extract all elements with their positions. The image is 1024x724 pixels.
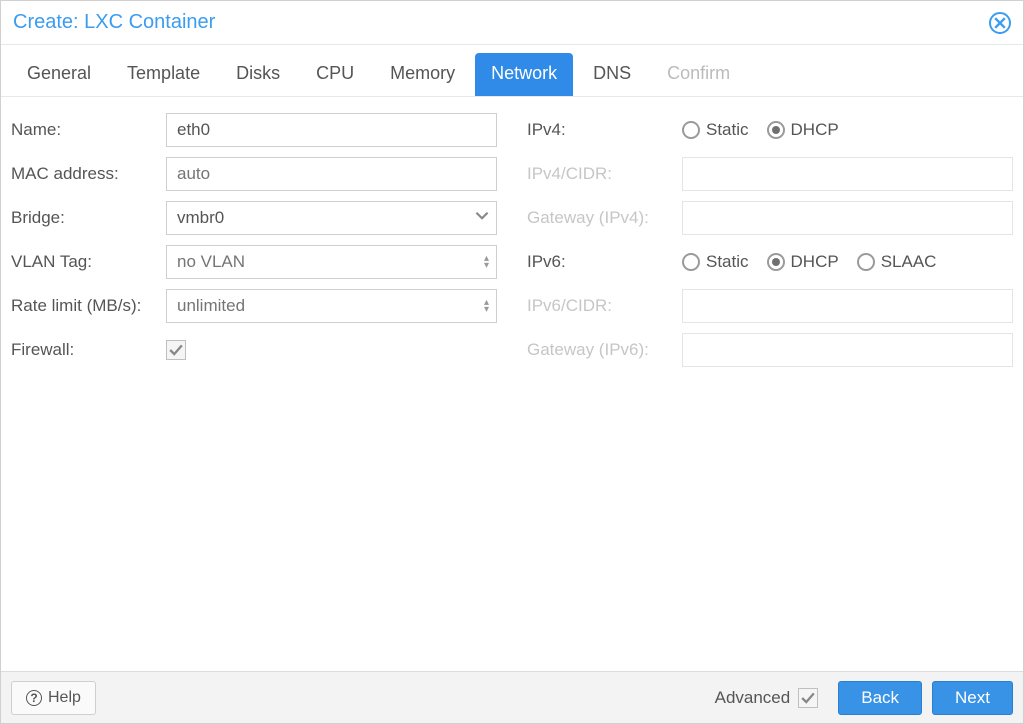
- right-column: IPv4: Static DHCP IPv4/CIDR: Gate: [527, 113, 1013, 655]
- tab-network[interactable]: Network: [475, 53, 573, 96]
- ipv6-dhcp-option[interactable]: DHCP: [767, 252, 839, 272]
- field-ipv6-gw: Gateway (IPv6):: [527, 333, 1013, 367]
- next-button[interactable]: Next: [932, 681, 1013, 715]
- advanced-toggle[interactable]: Advanced: [715, 688, 819, 708]
- check-icon: [801, 691, 815, 705]
- radio-icon: [682, 121, 700, 139]
- ipv6-slaac-label: SLAAC: [881, 252, 937, 272]
- field-ipv6-cidr: IPv6/CIDR:: [527, 289, 1013, 323]
- ipv6-gw-input: [682, 333, 1013, 367]
- check-icon: [169, 343, 183, 357]
- radio-icon: [682, 253, 700, 271]
- dialog-title: Create: LXC Container: [13, 11, 215, 34]
- tab-template[interactable]: Template: [111, 53, 216, 96]
- help-label: Help: [48, 689, 81, 707]
- tab-dns[interactable]: DNS: [577, 53, 647, 96]
- field-ipv4: IPv4: Static DHCP: [527, 113, 1013, 147]
- ipv4-static-option[interactable]: Static: [682, 120, 749, 140]
- ipv4-label: IPv4:: [527, 120, 682, 140]
- tab-disks[interactable]: Disks: [220, 53, 296, 96]
- ipv6-dhcp-label: DHCP: [791, 252, 839, 272]
- ipv6-gw-label: Gateway (IPv6):: [527, 340, 682, 360]
- radio-icon: [767, 121, 785, 139]
- ipv6-cidr-label: IPv6/CIDR:: [527, 296, 682, 316]
- firewall-checkbox[interactable]: [166, 340, 186, 360]
- back-button[interactable]: Back: [838, 681, 922, 715]
- dialog-create-lxc: Create: LXC Container General Template D…: [0, 0, 1024, 724]
- tab-memory[interactable]: Memory: [374, 53, 471, 96]
- field-rate: Rate limit (MB/s): ▴▾: [11, 289, 497, 323]
- tab-cpu[interactable]: CPU: [300, 53, 370, 96]
- ipv4-gw-label: Gateway (IPv4):: [527, 208, 682, 228]
- close-button[interactable]: [989, 12, 1011, 34]
- tab-general[interactable]: General: [11, 53, 107, 96]
- field-firewall: Firewall:: [11, 333, 497, 367]
- mac-input[interactable]: [166, 157, 497, 191]
- titlebar: Create: LXC Container: [1, 1, 1023, 45]
- ipv6-static-option[interactable]: Static: [682, 252, 749, 272]
- ipv4-dhcp-label: DHCP: [791, 120, 839, 140]
- ipv6-slaac-option[interactable]: SLAAC: [857, 252, 937, 272]
- ipv4-dhcp-option[interactable]: DHCP: [767, 120, 839, 140]
- field-mac: MAC address:: [11, 157, 497, 191]
- radio-icon: [767, 253, 785, 271]
- ipv4-static-label: Static: [706, 120, 749, 140]
- ipv4-cidr-input: [682, 157, 1013, 191]
- mac-label: MAC address:: [11, 164, 166, 184]
- radio-icon: [857, 253, 875, 271]
- firewall-label: Firewall:: [11, 340, 166, 360]
- ipv6-static-label: Static: [706, 252, 749, 272]
- ipv4-gw-input: [682, 201, 1013, 235]
- ipv6-cidr-input: [682, 289, 1013, 323]
- vlan-label: VLAN Tag:: [11, 252, 166, 272]
- name-input[interactable]: [166, 113, 497, 147]
- help-icon: ?: [26, 690, 42, 706]
- form-area: Name: MAC address: Bridge: VLAN Tag:: [1, 97, 1023, 671]
- left-column: Name: MAC address: Bridge: VLAN Tag:: [11, 113, 497, 655]
- vlan-input[interactable]: [166, 245, 497, 279]
- close-icon: [994, 17, 1006, 29]
- footer: ? Help Advanced Back Next: [1, 671, 1023, 723]
- advanced-label: Advanced: [715, 688, 791, 708]
- help-button[interactable]: ? Help: [11, 681, 96, 715]
- field-ipv6: IPv6: Static DHCP SLAAC: [527, 245, 1013, 279]
- field-vlan: VLAN Tag: ▴▾: [11, 245, 497, 279]
- advanced-checkbox[interactable]: [798, 688, 818, 708]
- bridge-label: Bridge:: [11, 208, 166, 228]
- tab-confirm: Confirm: [651, 53, 746, 96]
- rate-label: Rate limit (MB/s):: [11, 296, 166, 316]
- field-ipv4-gw: Gateway (IPv4):: [527, 201, 1013, 235]
- field-ipv4-cidr: IPv4/CIDR:: [527, 157, 1013, 191]
- name-label: Name:: [11, 120, 166, 140]
- ipv6-label: IPv6:: [527, 252, 682, 272]
- rate-input[interactable]: [166, 289, 497, 323]
- field-name: Name:: [11, 113, 497, 147]
- tabbar: General Template Disks CPU Memory Networ…: [1, 45, 1023, 97]
- ipv4-cidr-label: IPv4/CIDR:: [527, 164, 682, 184]
- bridge-select[interactable]: [166, 201, 497, 235]
- field-bridge: Bridge:: [11, 201, 497, 235]
